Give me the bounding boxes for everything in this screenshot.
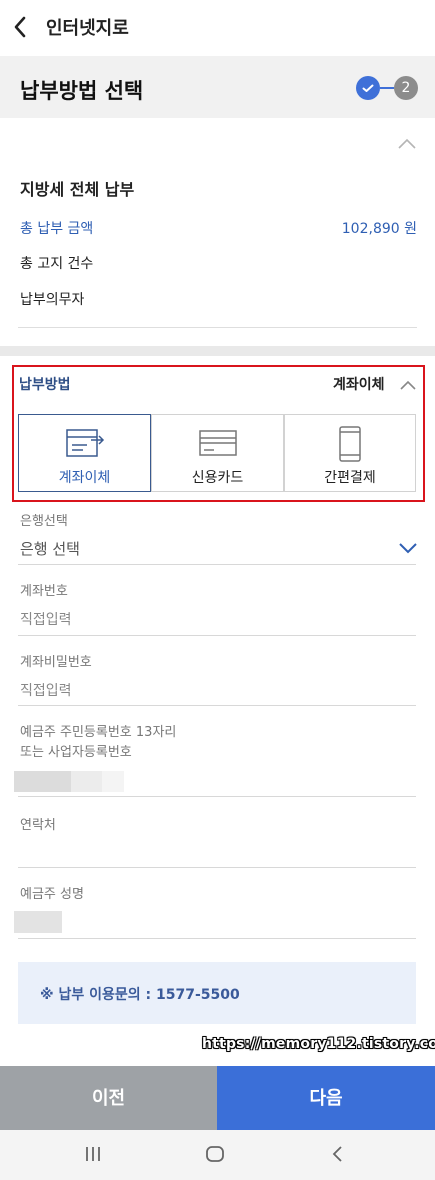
back-icon (332, 1146, 342, 1162)
field-underline (18, 796, 416, 797)
resident-id-input-redacted[interactable] (14, 771, 124, 792)
divider (18, 327, 417, 328)
option-label: 신용카드 (191, 470, 244, 486)
step-indicator-1 (356, 76, 380, 100)
system-back-button[interactable] (330, 1144, 346, 1168)
inquiry-text: ※ 납부 이용문의 : 1577-5500 (40, 987, 240, 1003)
payment-method-label: 납부방법 (19, 377, 71, 393)
account-password-label: 계좌비밀번호 (20, 655, 92, 670)
option-bank-transfer[interactable]: 계좌이체 (18, 414, 151, 492)
field-underline (18, 635, 416, 636)
total-amount-value: 102,890 원 (341, 221, 417, 237)
home-icon (206, 1146, 224, 1162)
chevron-up-icon (398, 138, 416, 149)
home-button[interactable] (205, 1144, 225, 1168)
payment-method-selected: 계좌이체 (333, 377, 385, 393)
recent-apps-icon (86, 1147, 100, 1161)
watermark-text: https://memory112.tistory.com (202, 1036, 435, 1052)
resident-id-label-line1: 예금주 주민등록번호 13자리 (20, 725, 177, 740)
chevron-up-icon (400, 380, 416, 390)
summary-title: 지방세 전체 납부 (20, 180, 135, 199)
bank-transfer-icon (63, 425, 107, 465)
field-underline (18, 938, 416, 939)
option-easy-pay[interactable]: 간편결제 (284, 414, 416, 492)
holder-name-label: 예금주 성명 (20, 887, 84, 902)
next-button[interactable]: 다음 (217, 1066, 435, 1130)
app-title: 인터넷지로 (46, 18, 129, 39)
contact-label: 연락처 (20, 818, 56, 833)
back-button[interactable] (10, 14, 32, 40)
credit-card-icon (196, 425, 240, 465)
bank-select-dropdown[interactable] (398, 540, 418, 559)
account-number-input[interactable]: 직접입력 (20, 609, 72, 629)
chevron-left-icon (14, 16, 26, 38)
top-app-bar: 인터넷지로 (0, 0, 435, 56)
info-box: ※ 납부 이용문의 : 1577-5500 (18, 962, 416, 1024)
payment-method-toggle[interactable] (399, 376, 417, 395)
notice-count-label: 총 고지 건수 (20, 256, 94, 272)
system-nav-bar (0, 1130, 435, 1180)
holder-name-input-redacted[interactable] (14, 911, 62, 933)
option-label: 간편결제 (324, 470, 376, 486)
chevron-down-icon (399, 543, 417, 554)
field-underline (18, 705, 416, 706)
section-separator (0, 346, 435, 356)
total-amount-label: 총 납부 금액 (20, 221, 94, 237)
option-credit-card[interactable]: 신용카드 (151, 414, 284, 492)
account-number-label: 계좌번호 (20, 584, 68, 599)
mobile-phone-icon (328, 425, 372, 467)
resident-id-label-line2: 또는 사업자등록번호 (20, 745, 132, 760)
payer-label: 납부의무자 (20, 292, 85, 308)
step-indicator-2: 2 (394, 76, 418, 100)
bank-select[interactable]: 은행 선택 (20, 538, 80, 559)
bank-select-label: 은행선택 (20, 514, 68, 529)
step-connector (380, 87, 394, 89)
option-label: 계좌이체 (58, 470, 111, 486)
prev-button[interactable]: 이전 (0, 1066, 217, 1130)
check-icon (362, 84, 374, 92)
recent-apps-button[interactable] (84, 1144, 102, 1168)
collapse-summary-button[interactable] (397, 136, 417, 155)
field-underline (18, 867, 416, 868)
account-password-input[interactable]: 직접입력 (20, 680, 72, 700)
field-underline (18, 564, 416, 565)
page-title: 납부방법 선택 (20, 79, 144, 103)
